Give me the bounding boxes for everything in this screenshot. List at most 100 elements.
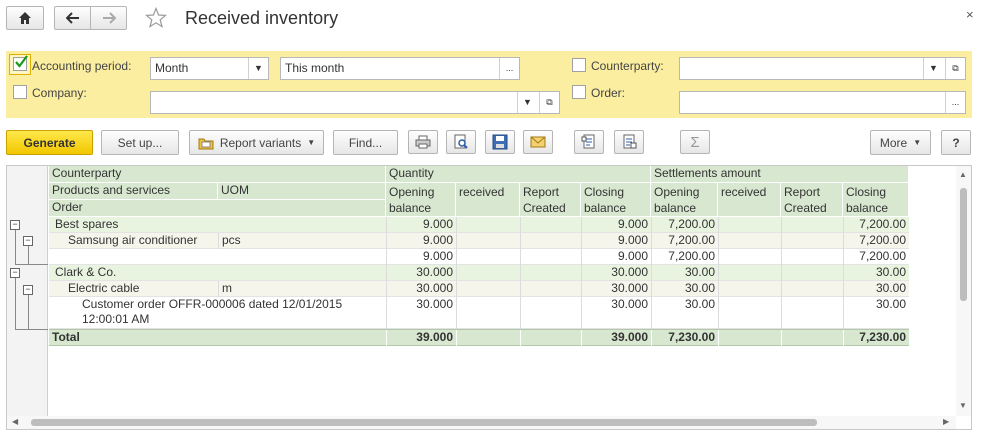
row-q-open: 9.000 <box>386 217 456 233</box>
header-s-opening: Opening balance <box>651 183 718 217</box>
total-s-rep <box>781 330 843 346</box>
collapse-toggle[interactable]: − <box>23 285 33 295</box>
tree-line <box>15 264 48 265</box>
scroll-right-icon[interactable]: ▶ <box>943 417 949 426</box>
counterparty-checkbox[interactable] <box>572 58 586 72</box>
row-s-open: 7,200.00 <box>651 249 718 265</box>
setup-button[interactable]: Set up... <box>101 130 179 155</box>
accounting-period-label: Accounting period: <box>32 59 132 73</box>
row-s-rep <box>781 281 843 297</box>
row-s-close: 7,200.00 <box>843 233 909 249</box>
header-s-opening-l1: Opening <box>654 185 700 199</box>
order-checkbox[interactable] <box>572 85 586 99</box>
printer-icon <box>415 135 431 149</box>
company-field[interactable]: ▼ ⧉ <box>150 91 560 114</box>
scroll-up-icon[interactable]: ▲ <box>959 170 967 179</box>
row-q-close: 30.000 <box>581 281 651 297</box>
order-ellipsis-button[interactable]: ... <box>945 92 965 113</box>
arrow-left-icon <box>65 12 79 24</box>
row-q-rep <box>520 281 581 297</box>
row-s-recv <box>718 249 781 265</box>
total-q-rep <box>520 330 581 346</box>
horizontal-scrollbar[interactable]: ◀ ▶ <box>7 416 956 429</box>
expand-groups-button[interactable] <box>574 130 604 154</box>
row-s-rep <box>781 217 843 233</box>
row-s-recv <box>718 297 781 329</box>
row-q-close: 9.000 <box>581 233 651 249</box>
open-form-icon[interactable]: ⧉ <box>945 58 965 79</box>
period-value-field[interactable]: This month ... <box>280 57 520 80</box>
header-s-report: Report Created <box>781 183 843 217</box>
more-button[interactable]: More ▼ <box>870 130 931 155</box>
row-q-recv <box>456 297 520 329</box>
favorite-star-icon[interactable] <box>145 7 167 29</box>
collapse-groups-button[interactable] <box>614 130 644 154</box>
report-variants-button[interactable]: Report variants ▼ <box>189 130 324 155</box>
row-name: Best spares <box>55 217 119 231</box>
forward-button[interactable] <box>90 6 127 30</box>
total-s-open: 7,230.00 <box>651 330 718 346</box>
row-s-recv <box>718 217 781 233</box>
row-q-rep <box>520 233 581 249</box>
header-q-report-l1: Report <box>523 185 560 199</box>
back-button[interactable] <box>54 6 91 30</box>
row-s-open: 30.00 <box>651 297 718 329</box>
row-s-close: 7,200.00 <box>843 249 909 265</box>
row-q-recv <box>456 233 520 249</box>
find-button[interactable]: Find... <box>333 130 398 155</box>
header-q-opening-l1: Opening <box>389 185 435 199</box>
sum-button[interactable]: Σ <box>680 130 710 154</box>
row-s-open: 7,200.00 <box>651 217 718 233</box>
scroll-left-icon[interactable]: ◀ <box>12 417 18 426</box>
vertical-scroll-thumb[interactable] <box>960 188 967 301</box>
header-s-closing: Closing balance <box>843 183 909 217</box>
home-button[interactable] <box>6 6 44 30</box>
row-q-rep <box>520 265 581 281</box>
chevron-down-icon: ▼ <box>307 138 316 147</box>
row-s-close: 30.00 <box>843 281 909 297</box>
print-button[interactable] <box>408 130 438 154</box>
setup-label: Set up... <box>117 135 163 150</box>
row-uom: pcs <box>218 233 386 249</box>
period-type-select[interactable]: Month ▼ <box>150 57 269 80</box>
counterparty-label: Counterparty: <box>591 59 664 73</box>
header-q-received: received <box>456 183 520 217</box>
header-s-received: received <box>718 183 781 217</box>
save-button[interactable] <box>485 130 515 154</box>
send-email-button[interactable] <box>523 130 553 154</box>
horizontal-scroll-thumb[interactable] <box>31 419 817 426</box>
order-field[interactable]: ... <box>679 91 966 114</box>
row-s-close: 30.00 <box>843 265 909 281</box>
collapse-toggle[interactable]: − <box>23 236 33 246</box>
open-form-icon[interactable]: ⧉ <box>539 92 559 113</box>
header-s-report-l1: Report <box>784 185 821 199</box>
chevron-down-icon[interactable]: ▼ <box>923 58 943 79</box>
period-type-value: Month <box>155 61 189 75</box>
page-title: Received inventory <box>185 8 339 28</box>
scroll-down-icon[interactable]: ▼ <box>959 401 967 410</box>
row-name: Samsung air conditioner <box>68 233 198 247</box>
collapse-toggle[interactable]: − <box>10 268 20 278</box>
tree-line <box>15 329 48 330</box>
collapse-toggle[interactable]: − <box>10 220 20 230</box>
row-s-rep <box>781 233 843 249</box>
accounting-period-checkbox[interactable] <box>13 55 28 71</box>
generate-button[interactable]: Generate <box>6 130 93 155</box>
header-settlements: Settlements amount <box>651 166 909 183</box>
header-products: Products and services <box>49 183 218 200</box>
preview-button[interactable] <box>446 130 476 154</box>
total-q-open: 39.000 <box>386 330 456 346</box>
vertical-scrollbar[interactable]: ▲ ▼ <box>956 166 971 416</box>
close-icon[interactable]: × <box>966 7 974 22</box>
period-ellipsis-button[interactable]: ... <box>499 58 519 79</box>
company-checkbox[interactable] <box>13 85 27 99</box>
row-name: Clark & Co. <box>55 265 117 279</box>
counterparty-field[interactable]: ▼ ⧉ <box>679 57 966 80</box>
chevron-down-icon[interactable]: ▼ <box>517 92 537 113</box>
order-label: Order: <box>591 86 626 100</box>
chevron-down-icon[interactable]: ▼ <box>248 58 268 79</box>
help-button[interactable]: ? <box>941 130 971 155</box>
row-s-open: 7,200.00 <box>651 233 718 249</box>
row-q-open: 9.000 <box>386 249 456 265</box>
row-q-open: 30.000 <box>386 265 456 281</box>
